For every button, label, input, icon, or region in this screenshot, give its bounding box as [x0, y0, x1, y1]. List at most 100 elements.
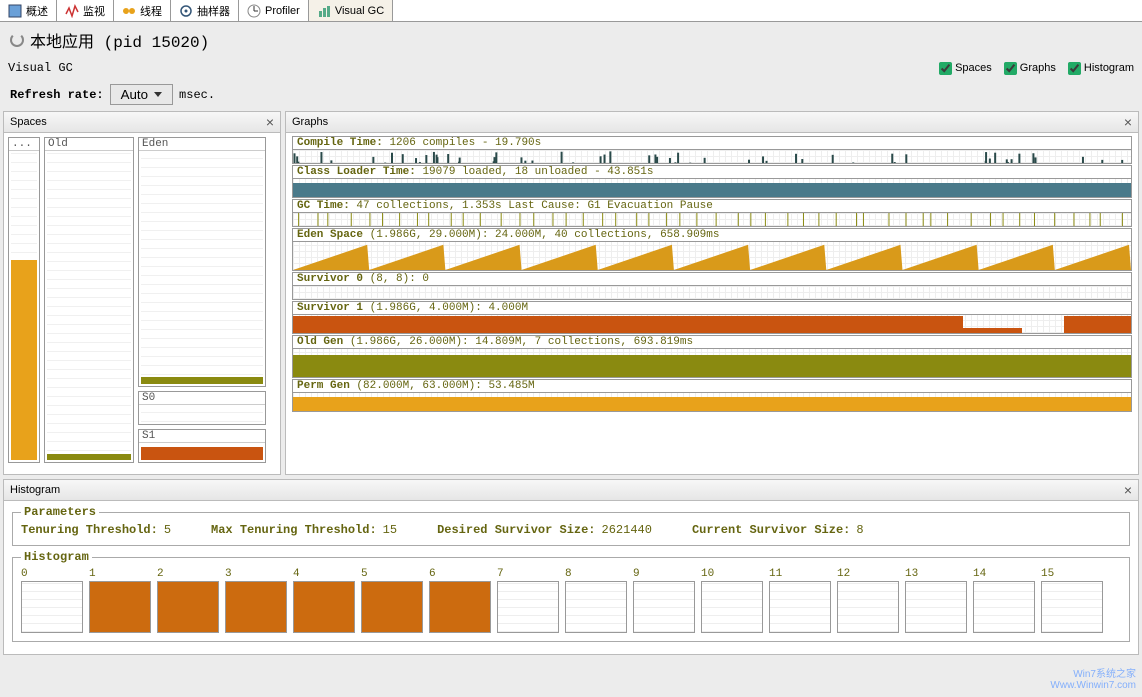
graph-5: Survivor 1 (1.986G, 4.000M): 4.000M: [292, 301, 1132, 334]
space-s0: S0: [138, 391, 266, 425]
refresh-dropdown[interactable]: Auto: [110, 84, 173, 105]
tab-label: 监视: [83, 3, 105, 19]
check-histogram[interactable]: Histogram: [1068, 62, 1134, 75]
hist-cell-9: 9: [633, 568, 695, 633]
tab-overview[interactable]: 概述: [0, 0, 57, 21]
param-item: Current Survivor Size:8: [692, 523, 864, 537]
graph-title: GC Time:: [297, 200, 350, 212]
tab-visualgc[interactable]: Visual GC: [309, 0, 393, 21]
close-icon[interactable]: ×: [266, 114, 274, 130]
graph-detail: 19079 loaded, 18 unloaded - 43.851s: [422, 166, 653, 178]
space-perm: ...: [8, 137, 40, 463]
graph-title: Eden Space: [297, 229, 363, 241]
visualgc-icon: [317, 4, 331, 18]
tab-label: 抽样器: [197, 3, 230, 19]
close-icon[interactable]: ×: [1124, 114, 1132, 130]
profiler-icon: [247, 4, 261, 18]
graphs-title: Graphs: [292, 116, 328, 128]
histogram-title: Histogram: [10, 484, 60, 496]
hist-cell-2: 2: [157, 568, 219, 633]
monitor-icon: [65, 4, 79, 18]
hist-cell-4: 4: [293, 568, 355, 633]
param-item: Tenuring Threshold:5: [21, 523, 171, 537]
refresh-unit: msec.: [179, 88, 215, 102]
graph-detail: 1206 compiles - 19.790s: [389, 137, 541, 149]
page-title: 本地应用 (pid 15020): [30, 28, 209, 52]
graph-chart: [292, 285, 1132, 300]
hist-cell-0: 0: [21, 568, 83, 633]
graph-7: Perm Gen (82.000M, 63.000M): 53.485M: [292, 379, 1132, 412]
section-header: Visual GC Spaces Graphs Histogram: [0, 58, 1142, 78]
spaces-title: Spaces: [10, 116, 47, 128]
graph-chart: [292, 212, 1132, 227]
tab-label: Profiler: [265, 5, 300, 17]
tab-strip: 概述 监视 线程 抽样器 Profiler Visual GC: [0, 0, 1142, 22]
graph-title: Class Loader Time:: [297, 166, 416, 178]
check-spaces[interactable]: Spaces: [939, 62, 992, 75]
space-s1-fill: [141, 447, 263, 461]
watermark: Win7系统之家 Www.Winwin7.com: [1050, 665, 1136, 691]
graph-title: Survivor 0: [297, 273, 363, 285]
hist-cell-6: 6: [429, 568, 491, 633]
histogram-legend: Histogram: [21, 550, 92, 564]
hist-cell-1: 1: [89, 568, 151, 633]
section-name: Visual GC: [8, 61, 73, 75]
chevron-down-icon: [154, 92, 162, 97]
threads-icon: [122, 4, 136, 18]
graph-chart: [292, 241, 1132, 271]
graph-3: Eden Space (1.986G, 29.000M): 24.000M, 4…: [292, 228, 1132, 271]
param-item: Desired Survivor Size:2621440: [437, 523, 652, 537]
hist-cell-15: 15: [1041, 568, 1103, 633]
hist-cell-7: 7: [497, 568, 559, 633]
graph-chart: [292, 149, 1132, 164]
sampler-icon: [179, 4, 193, 18]
parameters-legend: Parameters: [21, 505, 99, 519]
graph-6: Old Gen (1.986G, 26.000M): 14.809M, 7 co…: [292, 335, 1132, 378]
graph-title: Perm Gen: [297, 380, 350, 392]
hist-cell-11: 11: [769, 568, 831, 633]
title-bar: 本地应用 (pid 15020): [0, 22, 1142, 58]
graphs-panel: Graphs × Compile Time: 1206 compiles - 19…: [285, 111, 1139, 475]
overview-icon: [8, 4, 22, 18]
space-perm-fill: [11, 260, 37, 460]
parameters-fieldset: Parameters Tenuring Threshold:5 Max Tenur…: [12, 505, 1130, 546]
graph-2: GC Time: 47 collections, 1.353s Last Cau…: [292, 199, 1132, 227]
hist-cell-10: 10: [701, 568, 763, 633]
check-graphs[interactable]: Graphs: [1004, 62, 1056, 75]
graph-1: Class Loader Time: 19079 loaded, 18 unlo…: [292, 165, 1132, 198]
space-old: Old: [44, 137, 134, 463]
space-eden: Eden: [138, 137, 266, 387]
hist-cell-5: 5: [361, 568, 423, 633]
space-s1: S1: [138, 429, 266, 463]
space-old-fill: [47, 454, 131, 460]
histogram-panel: Histogram × Parameters Tenuring Threshold…: [3, 479, 1139, 655]
graph-detail: (1.986G, 4.000M): 4.000M: [370, 302, 528, 314]
graph-chart: [292, 314, 1132, 334]
tab-sampler[interactable]: 抽样器: [171, 0, 239, 21]
spaces-panel: Spaces × ... Old Eden S0: [3, 111, 281, 475]
graph-4: Survivor 0 (8, 8): 0: [292, 272, 1132, 300]
graph-title: Compile Time:: [297, 137, 383, 149]
graph-0: Compile Time: 1206 compiles - 19.790s: [292, 136, 1132, 164]
hist-cell-12: 12: [837, 568, 899, 633]
refresh-label: Refresh rate:: [10, 88, 104, 102]
tab-label: 概述: [26, 3, 48, 19]
histogram-fieldset: Histogram 0123456789101112131415: [12, 550, 1130, 642]
hist-cell-8: 8: [565, 568, 627, 633]
refresh-row: Refresh rate: Auto msec.: [0, 78, 1142, 111]
tab-threads[interactable]: 线程: [114, 0, 171, 21]
graph-detail: (8, 8): 0: [370, 273, 429, 285]
tab-label: 线程: [140, 3, 162, 19]
tab-profiler[interactable]: Profiler: [239, 0, 309, 21]
hist-cell-14: 14: [973, 568, 1035, 633]
close-icon[interactable]: ×: [1124, 482, 1132, 498]
graph-title: Survivor 1: [297, 302, 363, 314]
tab-monitor[interactable]: 监视: [57, 0, 114, 21]
refresh-icon: [10, 33, 24, 47]
graph-title: Old Gen: [297, 336, 343, 348]
graph-detail: (82.000M, 63.000M): 53.485M: [356, 380, 534, 392]
param-item: Max Tenuring Threshold:15: [211, 523, 397, 537]
graph-chart: [292, 392, 1132, 412]
space-eden-fill: [141, 377, 263, 384]
graph-chart: [292, 178, 1132, 198]
